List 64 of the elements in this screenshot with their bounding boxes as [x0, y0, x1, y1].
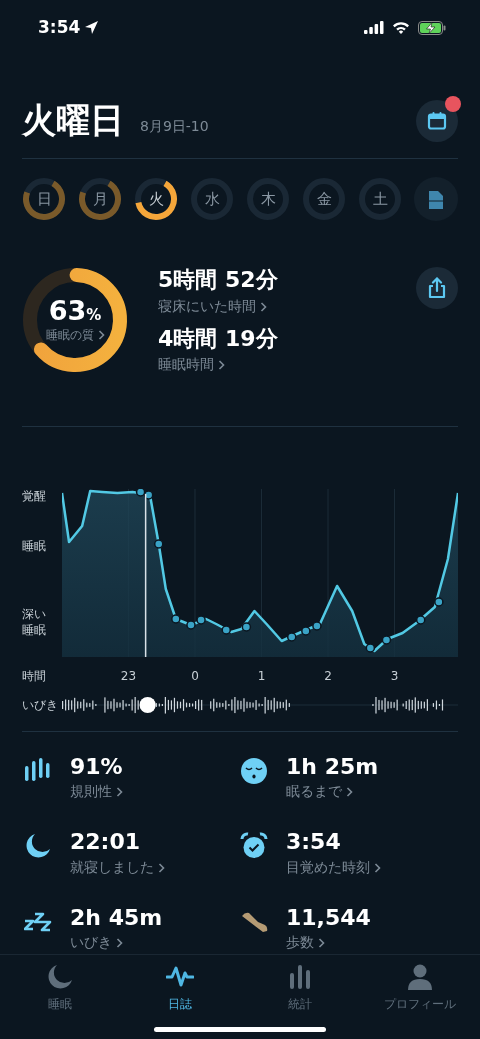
tab[interactable]: 睡眠	[0, 955, 120, 1014]
chevron-icon	[346, 787, 353, 798]
day-button[interactable]: 水	[190, 177, 234, 222]
stat-link[interactable]: いびき	[70, 932, 123, 953]
time-tick: 1	[257, 668, 266, 686]
stage-label: 覚醒	[22, 489, 47, 505]
quality-label: 睡眠の質	[45, 325, 105, 344]
metric-link[interactable]: 睡眠時間	[158, 354, 225, 375]
calendar-button[interactable]	[416, 99, 458, 142]
day-button[interactable]: 火	[134, 177, 178, 222]
stat-value: 11,544	[286, 904, 371, 931]
stat-value: 3:54	[286, 829, 342, 855]
date-range: 8月9日-10	[140, 117, 209, 137]
chevron-icon	[318, 938, 325, 949]
chevron-icon	[260, 301, 267, 312]
tab[interactable]: 日誌	[120, 955, 240, 1014]
day-button[interactable]: 土	[358, 177, 402, 222]
report-button[interactable]	[414, 177, 458, 222]
chevron-icon	[374, 862, 381, 873]
chevron-icon	[97, 330, 105, 341]
stat-link[interactable]: 歩数	[286, 932, 325, 953]
battery-charging-icon	[418, 20, 446, 35]
wifi-icon	[392, 21, 410, 35]
stat-value: 91%	[70, 754, 123, 780]
stat-link[interactable]: 規則性	[70, 781, 123, 802]
quality-score: 63%	[48, 297, 102, 326]
stat-value: 1h 25m	[286, 754, 379, 780]
chevron-icon	[218, 360, 225, 371]
day-button[interactable]: 月	[78, 177, 122, 222]
tab[interactable]: 統計	[240, 955, 360, 1014]
time-tick: 2	[324, 668, 332, 686]
day-button[interactable]: 金	[302, 177, 346, 222]
stat-value: 22:01	[70, 829, 142, 855]
location-arrow-icon	[84, 20, 100, 36]
stat-value: 2h 45m	[70, 904, 163, 931]
metric-value: 5時間 52分	[158, 267, 279, 294]
day-button[interactable]: 木	[246, 177, 290, 222]
sleep-quality-ring[interactable]: 63% 睡眠の質	[22, 267, 128, 374]
person-icon	[406, 963, 434, 992]
snore-label: いびき	[22, 697, 59, 715]
tab[interactable]: プロフィール	[360, 955, 480, 1014]
playhead-handle[interactable]	[139, 696, 156, 713]
time-tick: 3	[390, 668, 399, 686]
calendar-icon	[427, 110, 447, 131]
metric-link[interactable]: 寝床にいた時間	[158, 295, 267, 317]
stage-label: 深い睡眠	[22, 607, 47, 639]
metric-value: 4時間 19分	[158, 325, 279, 353]
time-tick: 23	[120, 668, 137, 686]
status-time: 3:54	[38, 15, 81, 39]
chevron-icon	[116, 787, 123, 798]
stage-label: 睡眠	[22, 539, 47, 555]
stat-link[interactable]: 目覚めた時刻	[286, 856, 381, 877]
share-button[interactable]	[416, 267, 458, 310]
day-button[interactable]: 日	[22, 177, 66, 222]
document-icon	[428, 189, 444, 210]
chevron-icon	[116, 938, 123, 949]
signal-icon	[364, 21, 384, 35]
day-title: 火曜日	[22, 100, 124, 142]
time-tick: 0	[191, 668, 199, 686]
stat-link[interactable]: 眠るまで	[286, 781, 353, 802]
stat-link[interactable]: 就寝しました	[70, 856, 165, 877]
share-icon	[427, 277, 447, 300]
chevron-icon	[158, 862, 165, 873]
time-axis-label: 時間	[22, 668, 47, 686]
